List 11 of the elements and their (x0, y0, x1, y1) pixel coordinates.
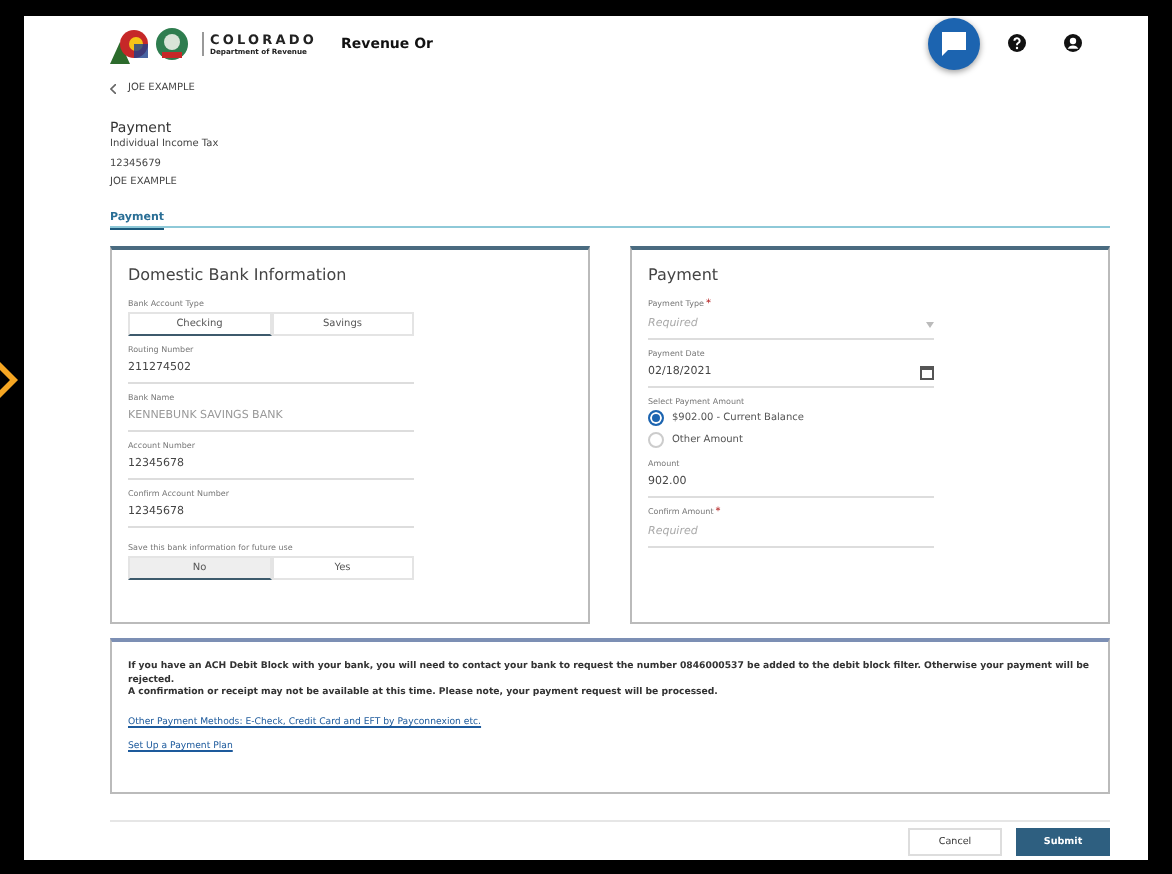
logo-icon (110, 23, 190, 63)
caret-icon (926, 321, 934, 327)
user-icon[interactable] (1064, 34, 1082, 52)
calendar-icon (920, 365, 934, 379)
help-icon[interactable] (1008, 34, 1026, 52)
chat-icon (940, 30, 968, 56)
card-title: Domestic Bank Information (128, 266, 349, 284)
card-title: Payment (648, 266, 721, 284)
back-icon[interactable] (110, 83, 116, 93)
chat-button[interactable] (928, 17, 980, 69)
arrow-icon (0, 362, 22, 398)
